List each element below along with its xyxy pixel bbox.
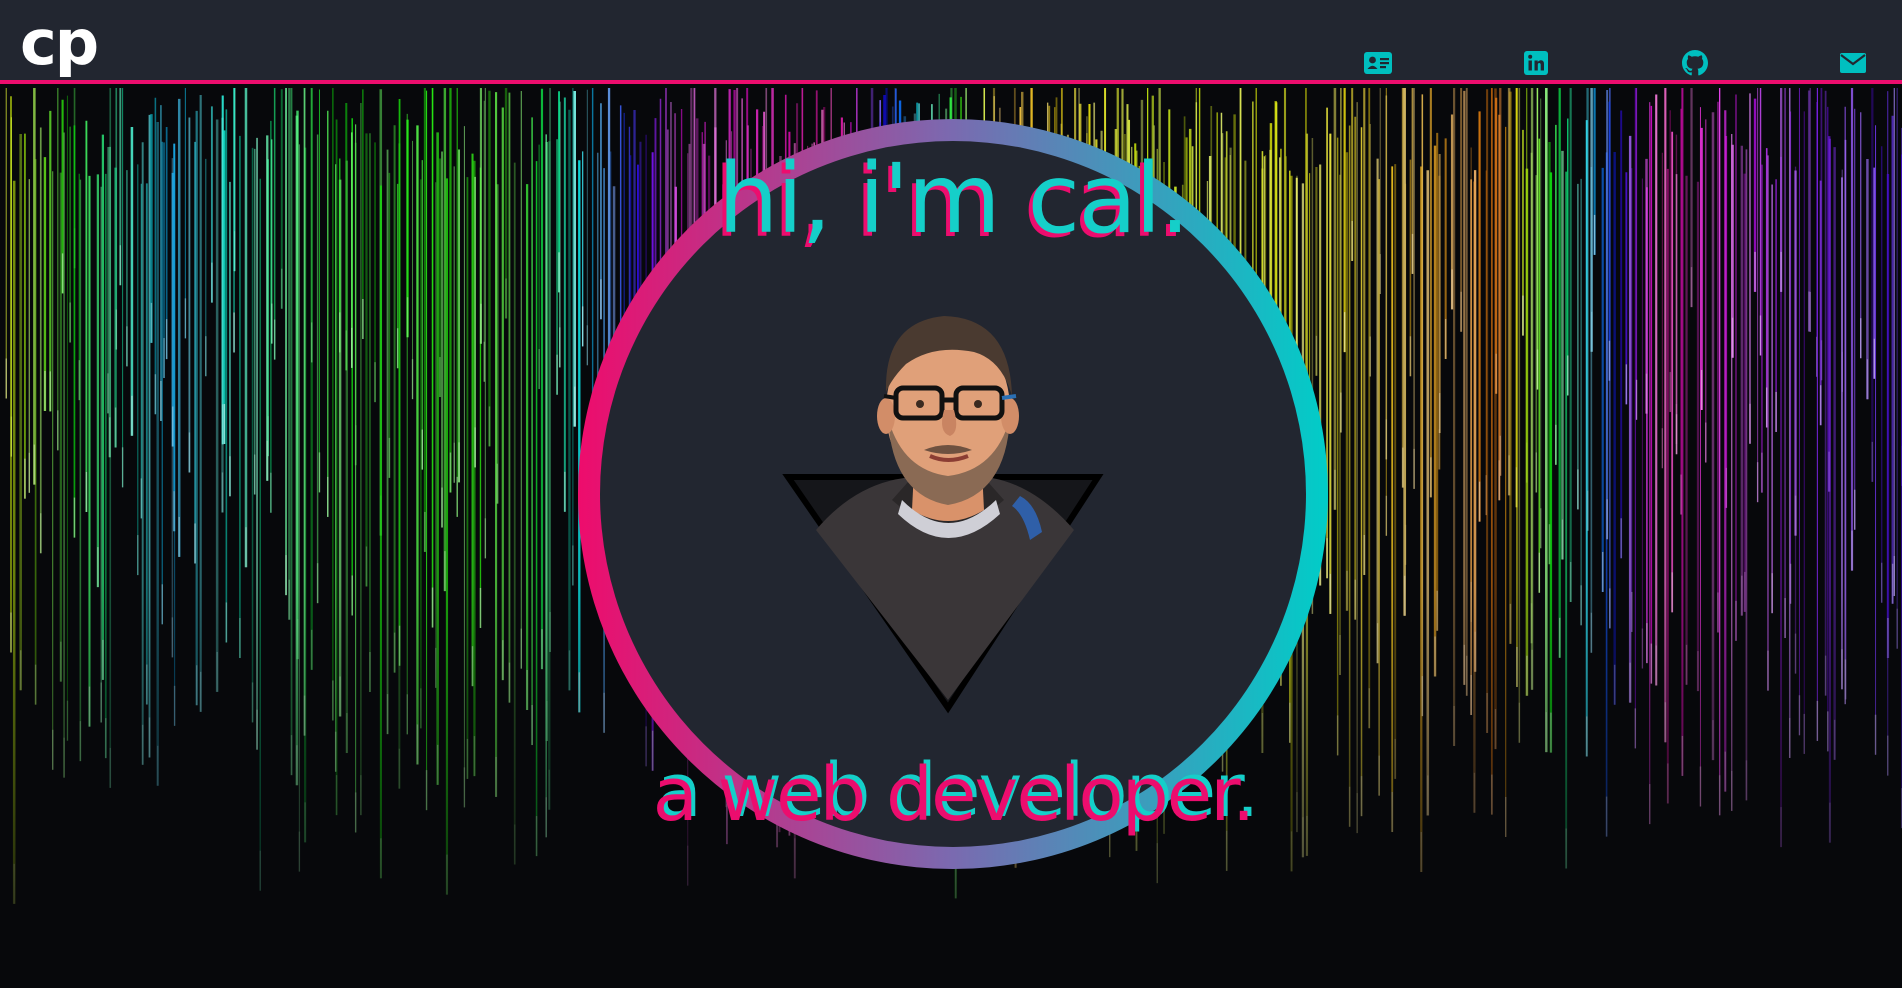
envelope-icon (1840, 53, 1866, 73)
hero-greeting: hi, i'm cal. (717, 143, 1190, 255)
github-icon (1682, 50, 1708, 76)
logo[interactable]: cp (20, 12, 99, 74)
linkedin-icon (1524, 51, 1548, 75)
avatar (774, 300, 1114, 720)
hero-tagline: a web developer. (652, 752, 1256, 838)
top-navbar: cp (0, 0, 1902, 84)
id-card-icon (1364, 52, 1392, 74)
resume-link[interactable] (1363, 50, 1393, 76)
linkedin-link[interactable] (1521, 50, 1551, 76)
email-link[interactable] (1838, 50, 1868, 76)
github-link[interactable] (1680, 50, 1710, 76)
